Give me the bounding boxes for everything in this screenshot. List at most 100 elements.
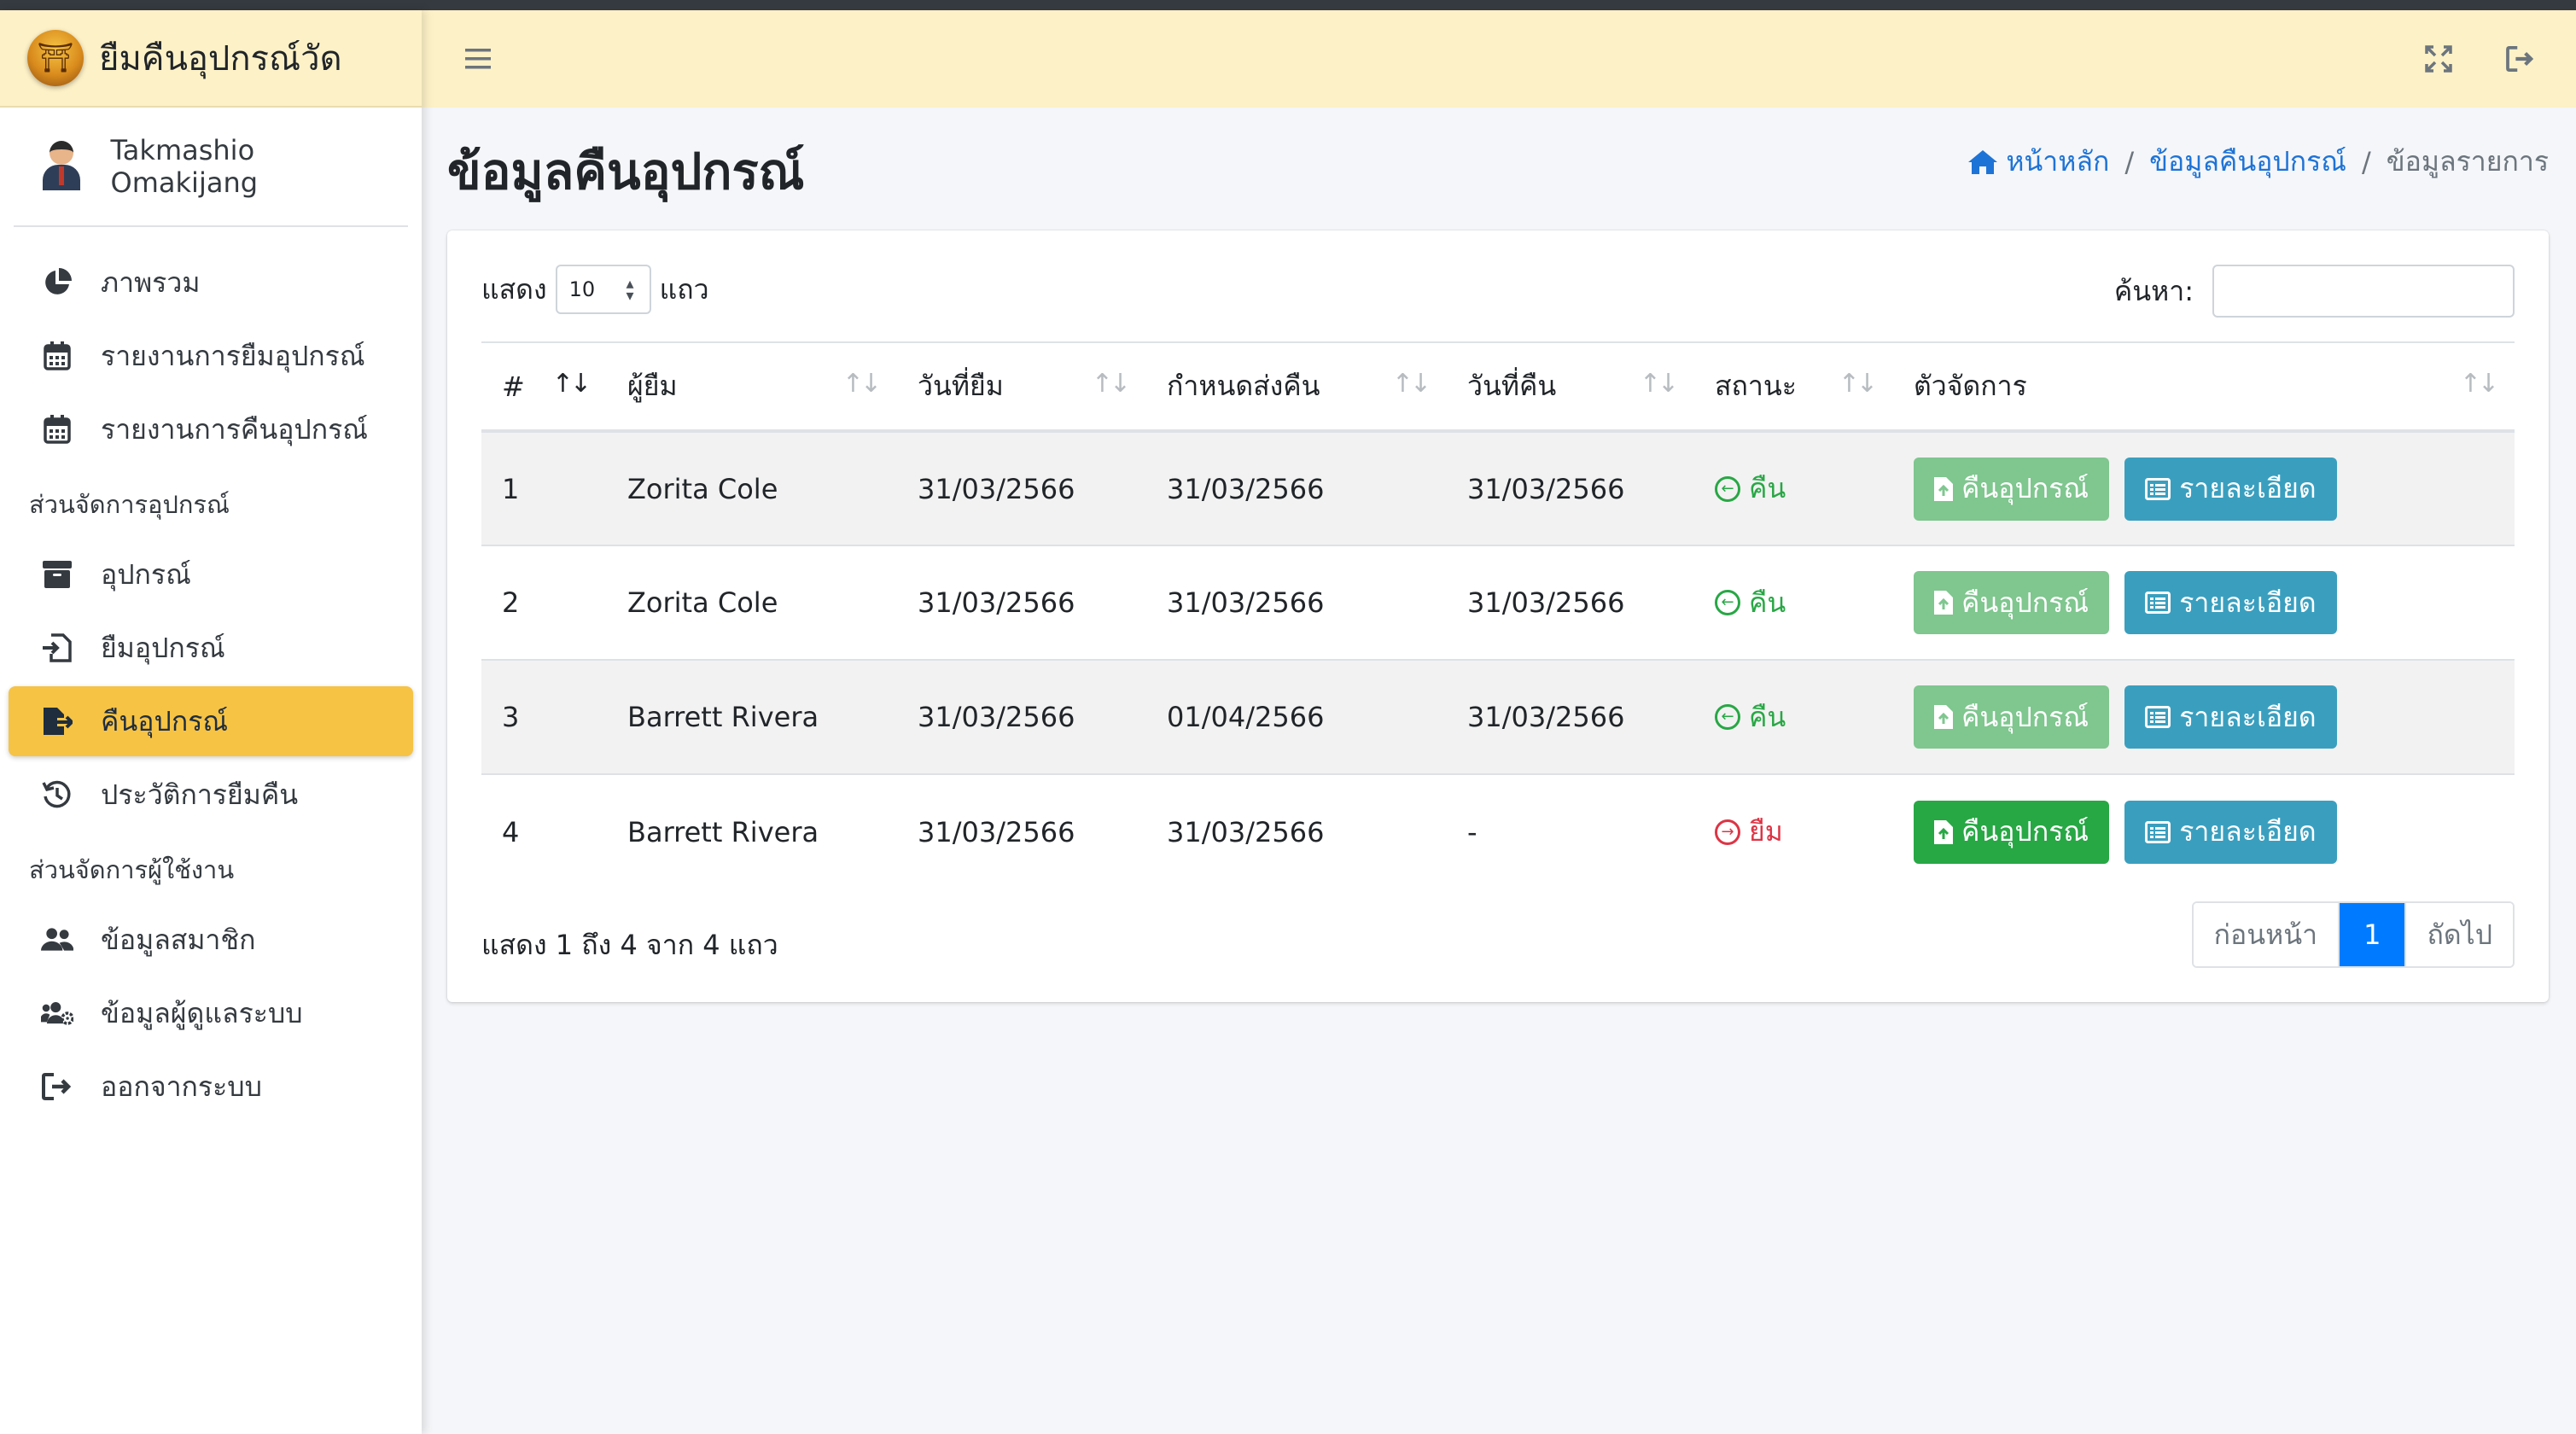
- sidebar-item-label: อุปกรณ์: [101, 557, 191, 591]
- cell-status: ← คืน: [1694, 430, 1893, 545]
- table-info: แสดง 1 ถึง 4 จาก 4 แถว: [481, 929, 778, 961]
- cell-return-date: -: [1447, 773, 1694, 889]
- search-control: ค้นหา:: [2114, 265, 2515, 318]
- return-equipment-button[interactable]: คืนอุปกรณ์: [1914, 800, 2110, 864]
- cell-return-date: 31/03/2566: [1447, 659, 1694, 774]
- sidebar-item-return[interactable]: คืนอุปกรณ์: [9, 686, 413, 756]
- cell-actions: คืนอุปกรณ์ รายละเอียด: [1893, 659, 2515, 774]
- sidebar-item-logout[interactable]: ออกจากระบบ: [9, 1052, 413, 1122]
- return-equipment-button[interactable]: คืนอุปกรณ์: [1914, 457, 2110, 521]
- cell-borrow-date: 31/03/2566: [897, 430, 1146, 545]
- breadcrumb-separator: /: [2361, 145, 2371, 178]
- cell-status: ← คืน: [1694, 659, 1893, 774]
- user-panel[interactable]: Takmashio Omakijang: [14, 108, 408, 227]
- list-alt-icon: [2145, 592, 2171, 614]
- cell-borrower: Zorita Cole: [607, 545, 897, 660]
- sort-icon: ↑↓: [1391, 369, 1431, 399]
- cell-due-date: 31/03/2566: [1146, 773, 1447, 889]
- brand[interactable]: ⛩ ยืมคืนอุปกรณ์วัด: [0, 10, 422, 108]
- sign-out-icon[interactable]: [2504, 43, 2537, 75]
- column-header-borrower[interactable]: ผู้ยืม ↑↓: [607, 341, 897, 433]
- breadcrumb-current: ข้อมูลรายการ: [2386, 145, 2549, 178]
- sign-in-icon: [41, 632, 73, 664]
- list-alt-icon: [2145, 706, 2171, 728]
- status-badge: ← คืน: [1715, 467, 1893, 510]
- breadcrumb-section[interactable]: ข้อมูลคืนอุปกรณ์: [2149, 140, 2346, 184]
- pagination: ก่อนหน้า 1 ถัดไป: [2191, 901, 2515, 968]
- return-equipment-button[interactable]: คืนอุปกรณ์: [1914, 685, 2110, 749]
- status-badge: ← คืน: [1715, 696, 1893, 739]
- column-header-borrow-date[interactable]: วันที่ยืม ↑↓: [897, 341, 1146, 433]
- sidebar-item-label: รายงานการคืนอุปกรณ์: [101, 412, 368, 446]
- table-header-row: # ↑↓ ผู้ยืม ↑↓ วันที่ยืม ↑↓ กำหนดส่งคืน ↑↓ ว…: [481, 341, 2515, 433]
- sidebar-item-label: ประวัติการยืมคืน: [101, 778, 299, 811]
- brand-title: ยืมคืนอุปกรณ์วัด: [99, 39, 342, 79]
- list-alt-icon: [2145, 477, 2171, 500]
- detail-button[interactable]: รายละเอียด: [2124, 571, 2337, 634]
- cell-status: ← คืน: [1694, 545, 1893, 660]
- cell-due-date: 31/03/2566: [1146, 430, 1447, 545]
- breadcrumb-home[interactable]: หน้าหลัก: [1967, 140, 2109, 184]
- sidebar-item-label: ข้อมูลผู้ดูแลระบบ: [101, 996, 303, 1029]
- sidebar-item-overview[interactable]: ภาพรวม: [9, 248, 413, 318]
- file-export-icon: [41, 705, 73, 737]
- sort-icon: ↑↓: [1091, 369, 1131, 399]
- pagination-next[interactable]: ถัดไป: [2404, 903, 2513, 966]
- arrow-circle-left-icon: ←: [1715, 704, 1740, 730]
- sidebar-item-borrow[interactable]: ยืมอุปกรณ์: [9, 613, 413, 683]
- breadcrumb-home-label: หน้าหลัก: [2006, 145, 2110, 178]
- sidebar-item-history[interactable]: ประวัติการยืมคืน: [9, 760, 413, 830]
- return-table: # ↑↓ ผู้ยืม ↑↓ วันที่ยืม ↑↓ กำหนดส่งคืน ↑↓ ว…: [481, 341, 2515, 889]
- cell-status: → ยืม: [1694, 773, 1893, 889]
- search-input[interactable]: [2212, 265, 2515, 318]
- rows-label: แถว: [659, 272, 709, 306]
- sidebar-item-borrow-report[interactable]: รายงานการยืมอุปกรณ์: [9, 321, 413, 391]
- chart-pie-icon: [41, 266, 73, 299]
- cell-borrower: Zorita Cole: [607, 430, 897, 545]
- detail-button[interactable]: รายละเอียด: [2124, 457, 2337, 521]
- page-length-select[interactable]: 10 ▴ ▾: [555, 265, 651, 314]
- table-row: 2 Zorita Cole 31/03/2566 31/03/2566 31/0…: [481, 545, 2515, 660]
- breadcrumb: หน้าหลัก / ข้อมูลคืนอุปกรณ์ / ข้อมูลรายก…: [1967, 140, 2549, 184]
- arrow-circle-right-icon: →: [1715, 819, 1740, 845]
- menu-toggle-icon[interactable]: [463, 44, 493, 74]
- user-name[interactable]: Takmashio Omakijang: [111, 134, 408, 199]
- sort-icon: ↑↓: [842, 369, 882, 399]
- sidebar-item-label: คืนอุปกรณ์: [101, 704, 229, 737]
- fullscreen-icon[interactable]: [2422, 43, 2455, 75]
- show-label: แสดง: [481, 272, 547, 306]
- pagination-page[interactable]: 1: [2338, 903, 2405, 966]
- arrow-circle-left-icon: ←: [1715, 475, 1740, 502]
- page-title: ข้อมูลคืนอุปกรณ์: [447, 143, 805, 201]
- cell-borrow-date: 31/03/2566: [897, 659, 1146, 774]
- file-upload-icon: [1934, 476, 1953, 501]
- cell-borrower: Barrett Rivera: [607, 659, 897, 774]
- column-header-actions[interactable]: ตัวจัดการ ↑↓: [1893, 341, 2515, 433]
- table-row: 1 Zorita Cole 31/03/2566 31/03/2566 31/0…: [481, 430, 2515, 545]
- detail-button[interactable]: รายละเอียด: [2124, 800, 2337, 864]
- sidebar-item-members[interactable]: ข้อมูลสมาชิก: [9, 905, 413, 975]
- list-alt-icon: [2145, 820, 2171, 843]
- cell-borrower: Barrett Rivera: [607, 773, 897, 889]
- column-header-due-date[interactable]: กำหนดส่งคืน ↑↓: [1146, 341, 1447, 433]
- sort-icon: ↑↓: [2459, 369, 2499, 399]
- status-badge: → ยืม: [1715, 810, 1893, 854]
- column-header-status[interactable]: สถานะ ↑↓: [1694, 341, 1893, 433]
- main-content: ข้อมูลคืนอุปกรณ์ หน้าหลัก / ข้อมูลคืนอุป…: [422, 108, 2576, 1434]
- calendar-icon: [41, 340, 73, 372]
- file-upload-icon: [1934, 705, 1953, 729]
- return-equipment-button[interactable]: คืนอุปกรณ์: [1914, 571, 2110, 634]
- sidebar-header-equipment: ส่วนจัดการอุปกรณ์: [29, 490, 230, 519]
- cell-actions: คืนอุปกรณ์ รายละเอียด: [1893, 430, 2515, 545]
- search-label: ค้นหา:: [2113, 274, 2194, 307]
- sidebar-item-return-report[interactable]: รายงานการคืนอุปกรณ์: [9, 394, 413, 464]
- column-header-number[interactable]: # ↑↓: [481, 341, 607, 433]
- sidebar-item-admins[interactable]: ข้อมูลผู้ดูแลระบบ: [9, 978, 413, 1048]
- cell-due-date: 31/03/2566: [1146, 545, 1447, 660]
- detail-button[interactable]: รายละเอียด: [2124, 685, 2337, 749]
- avatar: [38, 141, 85, 192]
- sidebar-item-equipment[interactable]: อุปกรณ์: [9, 539, 413, 609]
- sort-icon: ↑↓: [1639, 369, 1679, 399]
- pagination-previous[interactable]: ก่อนหน้า: [2193, 903, 2339, 966]
- column-header-return-date[interactable]: วันที่คืน ↑↓: [1447, 341, 1694, 433]
